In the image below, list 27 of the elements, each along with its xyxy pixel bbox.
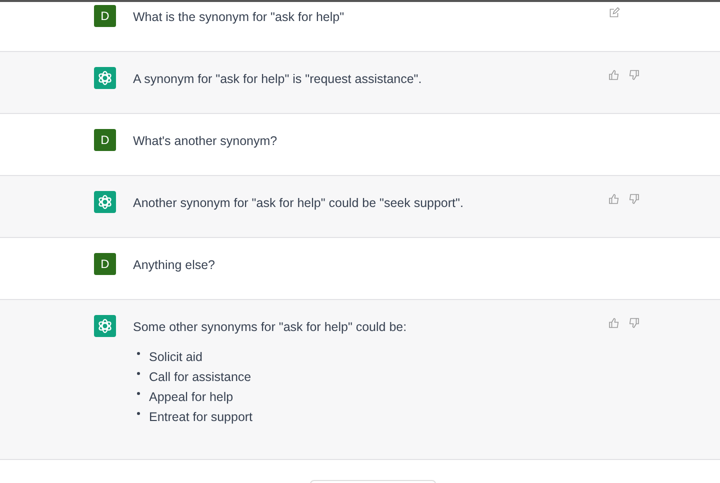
user-avatar: D xyxy=(94,129,116,151)
message-text: What is the synonym for "ask for help" xyxy=(133,10,344,24)
bullet-icon xyxy=(137,352,140,355)
thumbs-down-icon[interactable] xyxy=(628,317,640,329)
list-item: Entreat for support xyxy=(149,409,253,425)
thumbs-up-icon[interactable] xyxy=(608,69,620,81)
thumbs-down-icon[interactable] xyxy=(628,193,640,205)
assistant-logo-icon xyxy=(94,315,116,337)
bullet-icon xyxy=(137,412,140,415)
assistant-logo-icon xyxy=(94,191,116,213)
list-item: Call for assistance xyxy=(149,369,252,385)
edit-icon[interactable] xyxy=(608,7,620,19)
list-item: Appeal for help xyxy=(149,389,234,405)
assistant-logo-icon xyxy=(94,67,116,89)
thumbs-down-icon[interactable] xyxy=(628,69,640,81)
message-text: Another synonym for "ask for help" could be "seek support". xyxy=(133,196,464,210)
user-avatar: D xyxy=(94,253,116,275)
thumbs-up-icon[interactable] xyxy=(608,193,620,205)
thumbs-up-icon[interactable] xyxy=(608,317,620,329)
message-text: Some other synonyms for "ask for help" could be: xyxy=(133,320,407,334)
message-text: Anything else? xyxy=(133,258,216,272)
message-text: What's another synonym? xyxy=(133,134,278,148)
bullet-icon xyxy=(137,392,140,395)
user-avatar: D xyxy=(94,5,116,27)
message-text: A synonym for "ask for help" is "request assistance". xyxy=(133,72,422,86)
bullet-icon xyxy=(137,372,140,375)
list-item: Solicit aid xyxy=(149,349,202,365)
